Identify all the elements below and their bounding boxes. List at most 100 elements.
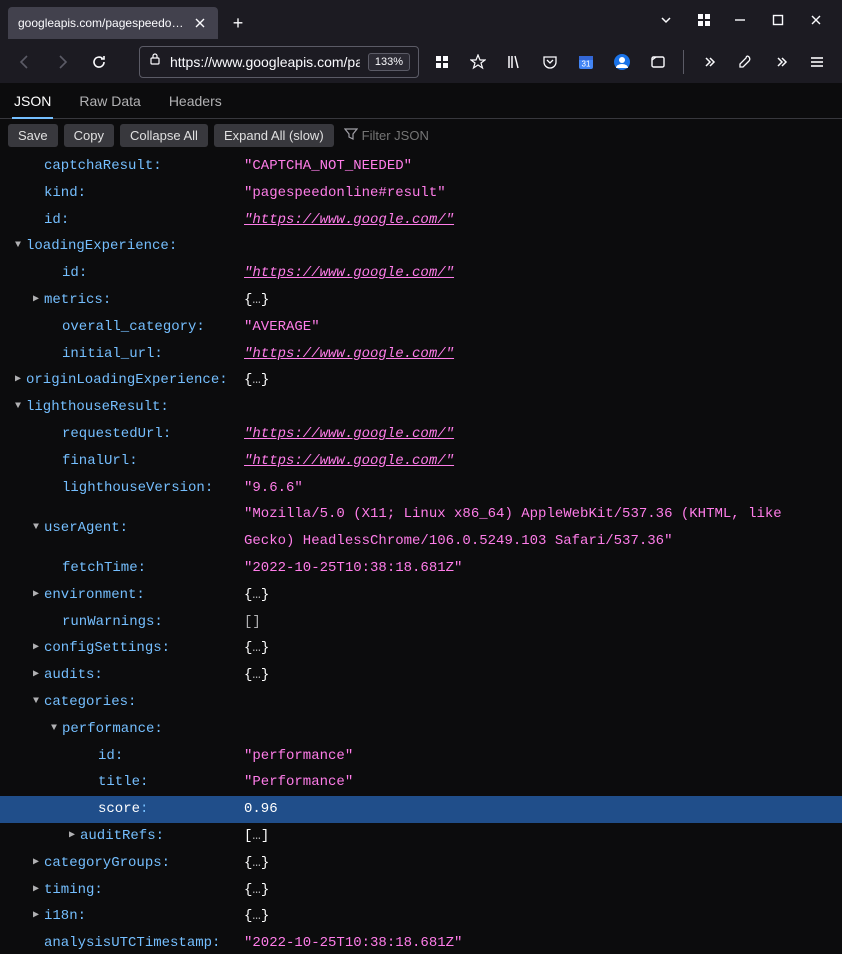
json-row[interactable]: categoryGroups {…} [0, 850, 842, 877]
json-row[interactable]: audits {…} [0, 662, 842, 689]
json-row[interactable]: auditRefs […] [0, 823, 842, 850]
json-row[interactable]: configSettings {…} [0, 635, 842, 662]
json-row[interactable]: overall_category "AVERAGE" [0, 314, 842, 341]
reader-mode-icon[interactable] [427, 47, 457, 77]
close-window-button[interactable] [806, 10, 826, 30]
collapse-all-button[interactable]: Collapse All [120, 124, 208, 147]
expand-toggle-icon[interactable] [12, 233, 24, 260]
expand-toggle-icon[interactable] [30, 850, 42, 877]
json-row[interactable]: initial_url "https://www.google.com/" [0, 341, 842, 368]
account-icon[interactable] [607, 47, 637, 77]
json-row[interactable]: id "https://www.google.com/" [0, 260, 842, 287]
reload-button[interactable] [84, 47, 113, 77]
browser-tab[interactable]: googleapis.com/pagespeedonline/v [8, 7, 218, 39]
library-icon[interactable] [499, 47, 529, 77]
expand-toggle-icon[interactable] [30, 635, 42, 662]
expand-toggle-icon[interactable] [12, 367, 24, 394]
tab-raw-data[interactable]: Raw Data [77, 85, 142, 117]
downloads-icon[interactable] [643, 47, 673, 77]
json-row[interactable]: analysisUTCTimestamp "2022-10-25T10:38:1… [0, 930, 842, 954]
devtools-icon[interactable] [730, 47, 760, 77]
expand-toggle-icon[interactable] [48, 716, 60, 743]
json-value: {…} [244, 882, 269, 898]
json-key: timing [44, 877, 103, 904]
forward-button[interactable] [47, 47, 76, 77]
json-row-selected[interactable]: score 0.96 [0, 796, 842, 823]
json-row[interactable]: categories [0, 689, 842, 716]
json-row[interactable]: requestedUrl "https://www.google.com/" [0, 421, 842, 448]
json-key: userAgent [44, 515, 128, 542]
json-row[interactable]: performance [0, 716, 842, 743]
json-value: "pagespeedonline#result" [244, 185, 446, 201]
json-value: "CAPTCHA_NOT_NEEDED" [244, 158, 412, 174]
json-value: "2022-10-25T10:38:18.681Z" [244, 935, 462, 951]
expand-toggle-icon[interactable] [30, 903, 42, 930]
json-viewer[interactable]: captchaResult "CAPTCHA_NOT_NEEDED" kind … [0, 151, 842, 954]
json-row[interactable]: runWarnings [] [0, 609, 842, 636]
expand-toggle-icon[interactable] [12, 394, 24, 421]
back-button[interactable] [10, 47, 39, 77]
json-key: finalUrl [62, 448, 138, 475]
addons-icon[interactable] [694, 10, 714, 30]
new-tab-button[interactable]: + [224, 9, 252, 37]
copy-button[interactable]: Copy [64, 124, 114, 147]
json-value: {…} [244, 667, 269, 683]
window-titlebar: googleapis.com/pagespeedonline/v + [0, 0, 842, 40]
json-row[interactable]: title "Performance" [0, 769, 842, 796]
window-controls [730, 10, 842, 30]
json-key: fetchTime [62, 555, 146, 582]
json-key: configSettings [44, 635, 170, 662]
expand-toggle-icon[interactable] [66, 823, 78, 850]
json-key: performance [62, 716, 163, 743]
json-row[interactable]: id "https://www.google.com/" [0, 207, 842, 234]
json-row[interactable]: id "performance" [0, 743, 842, 770]
json-key: analysisUTCTimestamp [44, 930, 220, 954]
tab-headers[interactable]: Headers [167, 85, 224, 117]
json-key: requestedUrl [62, 421, 171, 448]
json-row[interactable]: i18n {…} [0, 903, 842, 930]
json-key: metrics [44, 287, 111, 314]
zoom-level-badge[interactable]: 133% [368, 53, 410, 71]
json-row[interactable]: fetchTime "2022-10-25T10:38:18.681Z" [0, 555, 842, 582]
bookmark-star-icon[interactable] [463, 47, 493, 77]
json-row[interactable]: userAgent "Mozilla/5.0 (X11; Linux x86_6… [0, 501, 842, 555]
json-row[interactable]: timing {…} [0, 877, 842, 904]
json-key: id [44, 207, 69, 234]
json-key: auditRefs [80, 823, 164, 850]
expand-toggle-icon[interactable] [30, 287, 42, 314]
expand-toggle-icon[interactable] [30, 582, 42, 609]
json-key: id [62, 260, 87, 287]
expand-toggle-icon[interactable] [30, 689, 42, 716]
json-value: "https://www.google.com/" [244, 426, 454, 442]
minimize-button[interactable] [730, 10, 750, 30]
overflow-icon[interactable] [694, 47, 724, 77]
json-row[interactable]: originLoadingExperience {…} [0, 367, 842, 394]
json-value: {…} [244, 908, 269, 924]
menu-icon[interactable] [802, 47, 832, 77]
json-value: "https://www.google.com/" [244, 453, 454, 469]
json-key: runWarnings [62, 609, 163, 636]
tab-dropdown-icon[interactable] [656, 10, 676, 30]
tab-json[interactable]: JSON [12, 85, 53, 119]
json-row[interactable]: lighthouseVersion "9.6.6" [0, 475, 842, 502]
expand-toggle-icon[interactable] [30, 877, 42, 904]
more-tools-icon[interactable] [766, 47, 796, 77]
json-row[interactable]: captchaResult "CAPTCHA_NOT_NEEDED" [0, 153, 842, 180]
json-row[interactable]: metrics {…} [0, 287, 842, 314]
json-row[interactable]: lighthouseResult [0, 394, 842, 421]
calendar-icon[interactable]: 31 [571, 47, 601, 77]
filter-input[interactable] [362, 128, 462, 143]
json-row[interactable]: kind "pagespeedonline#result" [0, 180, 842, 207]
json-key: i18n [44, 903, 86, 930]
url-bar[interactable]: https://www.googleapis.com/pagespeed 133… [139, 46, 419, 78]
expand-all-button[interactable]: Expand All (slow) [214, 124, 334, 147]
json-row[interactable]: loadingExperience [0, 233, 842, 260]
expand-toggle-icon[interactable] [30, 515, 42, 542]
json-row[interactable]: environment {…} [0, 582, 842, 609]
close-tab-icon[interactable] [192, 15, 208, 31]
expand-toggle-icon[interactable] [30, 662, 42, 689]
json-row[interactable]: finalUrl "https://www.google.com/" [0, 448, 842, 475]
maximize-button[interactable] [768, 10, 788, 30]
pocket-icon[interactable] [535, 47, 565, 77]
save-button[interactable]: Save [8, 124, 58, 147]
